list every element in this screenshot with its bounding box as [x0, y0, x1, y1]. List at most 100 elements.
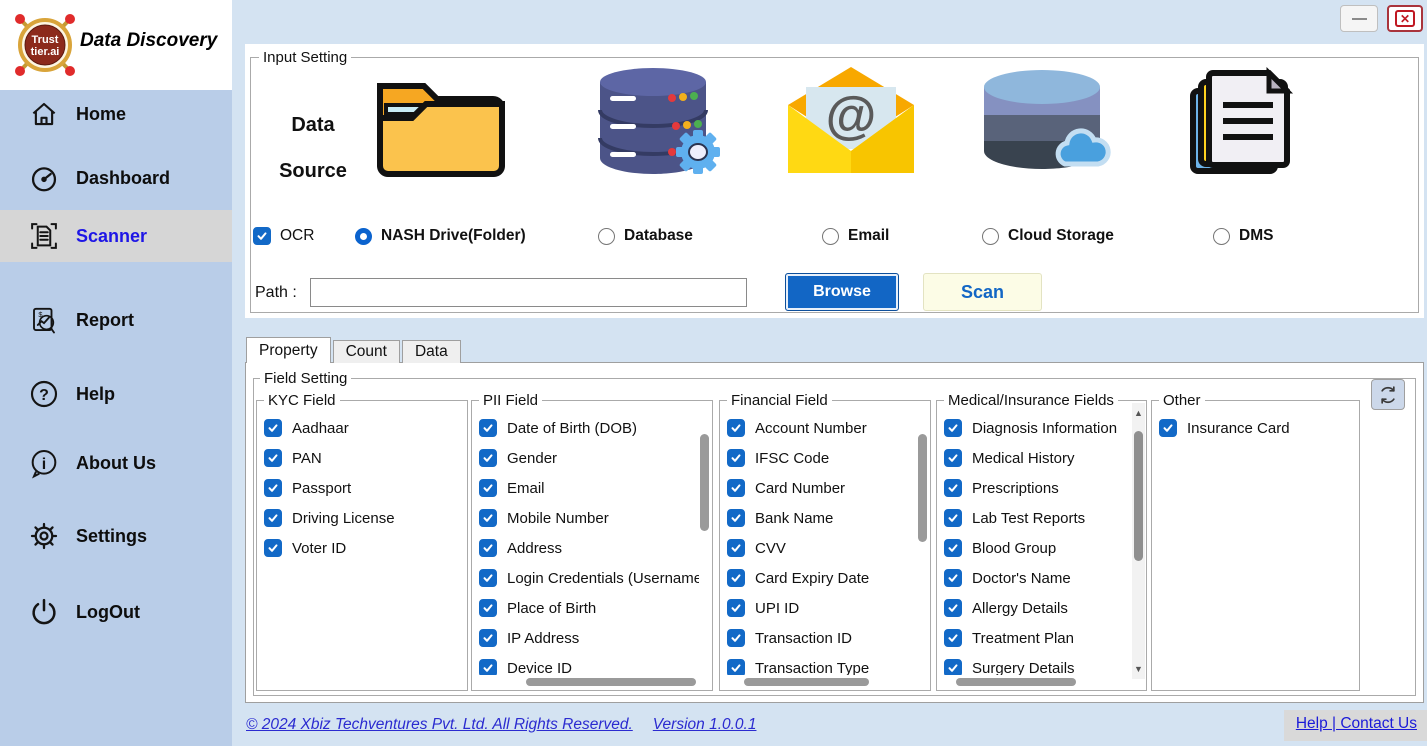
field-checkbox-item[interactable]: UPI ID — [727, 593, 917, 623]
financial-vertical-scrollbar[interactable] — [918, 434, 927, 542]
checkbox-checked-icon[interactable] — [479, 449, 497, 467]
checkbox-checked-icon[interactable] — [264, 419, 282, 437]
field-checkbox-item[interactable]: Doctor's Name — [944, 563, 1133, 593]
field-checkbox-item[interactable]: CVV — [727, 533, 917, 563]
field-checkbox-item[interactable]: Address — [479, 533, 699, 563]
field-checkbox-item[interactable]: Treatment Plan — [944, 623, 1133, 653]
ocr-checkbox[interactable]: OCR — [253, 224, 314, 248]
field-checkbox-item[interactable]: Card Expiry Date — [727, 563, 917, 593]
medical-vertical-scrollbar[interactable] — [1134, 431, 1143, 561]
pii-vertical-scrollbar[interactable] — [700, 434, 709, 531]
checkbox-checked-icon[interactable] — [1159, 419, 1177, 437]
checkbox-checked-icon[interactable] — [727, 629, 745, 647]
checkbox-checked-icon[interactable] — [944, 479, 962, 497]
sidebar-item-scanner[interactable]: Scanner — [0, 210, 232, 262]
field-checkbox-item[interactable]: Gender — [479, 443, 699, 473]
sidebar-item-help[interactable]: ? Help — [0, 368, 232, 420]
checkbox-checked-icon[interactable] — [944, 509, 962, 527]
checkbox-checked-icon[interactable] — [264, 509, 282, 527]
checkbox-icon[interactable] — [253, 227, 271, 245]
field-checkbox-item[interactable]: Diagnosis Information — [944, 413, 1133, 443]
dms-icon[interactable] — [1181, 60, 1307, 180]
financial-horizontal-scrollbar[interactable] — [744, 678, 869, 686]
radio-icon[interactable] — [355, 228, 372, 245]
radio-icon[interactable] — [822, 228, 839, 245]
checkbox-checked-icon[interactable] — [479, 509, 497, 527]
medical-horizontal-scrollbar[interactable] — [956, 678, 1076, 686]
field-checkbox-item[interactable]: Blood Group — [944, 533, 1133, 563]
field-checkbox-item[interactable]: Insurance Card — [1159, 413, 1346, 443]
checkbox-checked-icon[interactable] — [479, 599, 497, 617]
checkbox-checked-icon[interactable] — [727, 509, 745, 527]
sidebar-item-dashboard[interactable]: Dashboard — [0, 152, 232, 204]
checkbox-checked-icon[interactable] — [944, 419, 962, 437]
field-checkbox-item[interactable]: PAN — [264, 443, 454, 473]
pii-horizontal-scrollbar[interactable] — [526, 678, 696, 686]
cloud-storage-icon[interactable] — [969, 60, 1115, 180]
radio-nash-drive[interactable]: NASH Drive(Folder) — [355, 224, 526, 248]
email-icon[interactable]: @ — [775, 60, 927, 180]
radio-icon[interactable] — [982, 228, 999, 245]
path-input[interactable] — [310, 278, 747, 307]
field-checkbox-item[interactable]: Voter ID — [264, 533, 454, 563]
radio-database[interactable]: Database — [598, 224, 693, 248]
checkbox-checked-icon[interactable] — [264, 449, 282, 467]
radio-icon[interactable] — [598, 228, 615, 245]
minimize-button[interactable] — [1340, 5, 1378, 32]
checkbox-checked-icon[interactable] — [944, 599, 962, 617]
field-checkbox-item[interactable]: Place of Birth — [479, 593, 699, 623]
tab-data[interactable]: Data — [402, 340, 461, 363]
field-checkbox-item[interactable]: Transaction Type — [727, 653, 917, 675]
browse-button[interactable]: Browse — [785, 273, 899, 311]
field-checkbox-item[interactable]: Mobile Number — [479, 503, 699, 533]
field-checkbox-item[interactable]: Allergy Details — [944, 593, 1133, 623]
checkbox-checked-icon[interactable] — [727, 659, 745, 675]
field-checkbox-item[interactable]: Login Credentials (Username, — [479, 563, 699, 593]
checkbox-checked-icon[interactable] — [944, 449, 962, 467]
tab-property[interactable]: Property — [246, 337, 331, 363]
checkbox-checked-icon[interactable] — [479, 539, 497, 557]
checkbox-checked-icon[interactable] — [727, 569, 745, 587]
field-checkbox-item[interactable]: Passport — [264, 473, 454, 503]
checkbox-checked-icon[interactable] — [479, 569, 497, 587]
database-icon[interactable] — [585, 60, 725, 180]
help-contact-links[interactable]: Help | Contact Us — [1284, 710, 1427, 741]
field-checkbox-item[interactable]: Device ID — [479, 653, 699, 675]
field-checkbox-item[interactable]: Aadhaar — [264, 413, 454, 443]
field-checkbox-item[interactable]: Medical History — [944, 443, 1133, 473]
field-checkbox-item[interactable]: Bank Name — [727, 503, 917, 533]
checkbox-checked-icon[interactable] — [479, 629, 497, 647]
field-checkbox-item[interactable]: Account Number — [727, 413, 917, 443]
field-checkbox-item[interactable]: Surgery Details — [944, 653, 1133, 675]
sidebar-item-about[interactable]: i About Us — [0, 437, 232, 489]
checkbox-checked-icon[interactable] — [264, 539, 282, 557]
checkbox-checked-icon[interactable] — [479, 419, 497, 437]
field-checkbox-item[interactable]: Transaction ID — [727, 623, 917, 653]
sidebar-item-home[interactable]: Home — [0, 88, 232, 140]
folder-icon[interactable] — [365, 60, 515, 180]
sidebar-item-logout[interactable]: LogOut — [0, 586, 232, 638]
checkbox-checked-icon[interactable] — [727, 479, 745, 497]
field-checkbox-item[interactable]: Driving License — [264, 503, 454, 533]
radio-icon[interactable] — [1213, 228, 1230, 245]
radio-dms[interactable]: DMS — [1213, 224, 1273, 248]
checkbox-checked-icon[interactable] — [479, 479, 497, 497]
checkbox-checked-icon[interactable] — [727, 419, 745, 437]
checkbox-checked-icon[interactable] — [479, 659, 497, 675]
field-checkbox-item[interactable]: Lab Test Reports — [944, 503, 1133, 533]
field-checkbox-item[interactable]: Card Number — [727, 473, 917, 503]
checkbox-checked-icon[interactable] — [944, 539, 962, 557]
checkbox-checked-icon[interactable] — [944, 569, 962, 587]
checkbox-checked-icon[interactable] — [944, 659, 962, 675]
field-checkbox-item[interactable]: Prescriptions — [944, 473, 1133, 503]
checkbox-checked-icon[interactable] — [264, 479, 282, 497]
copyright-link[interactable]: © 2024 Xbiz Techventures Pvt. Ltd. All R… — [246, 716, 756, 734]
radio-cloud-storage[interactable]: Cloud Storage — [982, 224, 1114, 248]
scroll-up-icon[interactable]: ▲ — [1133, 408, 1144, 418]
sidebar-item-report[interactable]: $ Report — [0, 294, 232, 346]
checkbox-checked-icon[interactable] — [727, 599, 745, 617]
refresh-button[interactable] — [1371, 379, 1405, 410]
scan-button[interactable]: Scan — [923, 273, 1042, 311]
checkbox-checked-icon[interactable] — [727, 449, 745, 467]
field-checkbox-item[interactable]: Date of Birth (DOB) — [479, 413, 699, 443]
